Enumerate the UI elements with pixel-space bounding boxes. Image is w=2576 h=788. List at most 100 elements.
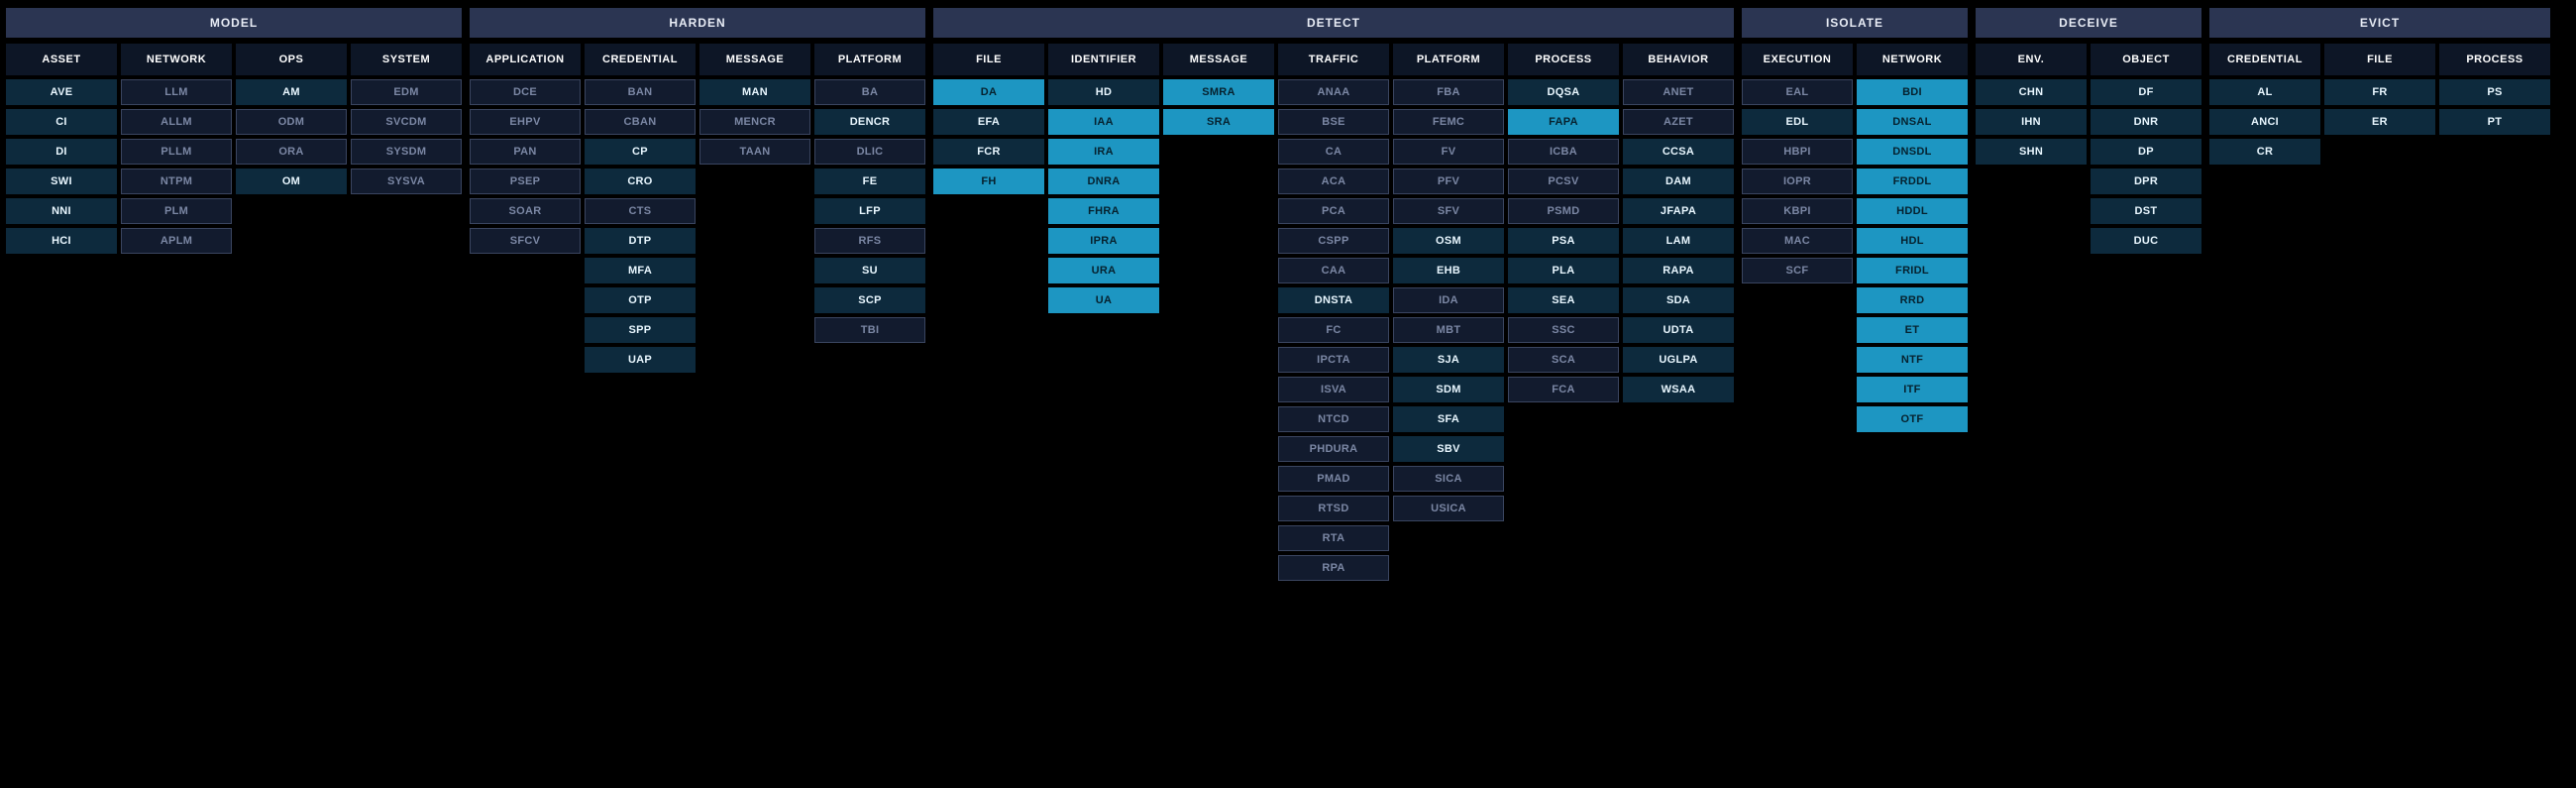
cell-ora[interactable]: ORA [236,139,347,165]
group-header[interactable]: DETECT [933,8,1734,38]
cell-hddl[interactable]: HDDL [1857,198,1968,224]
cell-ipcta[interactable]: IPCTA [1278,347,1389,373]
cell-dnsta[interactable]: DNSTA [1278,287,1389,313]
cell-shn[interactable]: SHN [1976,139,2087,165]
cell-caa[interactable]: CAA [1278,258,1389,283]
cell-pan[interactable]: PAN [470,139,581,165]
cell-dst[interactable]: DST [2091,198,2201,224]
cell-al[interactable]: AL [2209,79,2320,105]
cell-isva[interactable]: ISVA [1278,377,1389,402]
cell-ps[interactable]: PS [2439,79,2550,105]
cell-mencr[interactable]: MENCR [699,109,810,135]
cell-rfs[interactable]: RFS [814,228,925,254]
cell-ban[interactable]: BAN [585,79,696,105]
cell-ehb[interactable]: EHB [1393,258,1504,283]
cell-usica[interactable]: USICA [1393,496,1504,521]
cell-fridl[interactable]: FRIDL [1857,258,1968,283]
column-header[interactable]: IDENTIFIER [1048,44,1159,75]
group-header[interactable]: HARDEN [470,8,925,38]
cell-dam[interactable]: DAM [1623,169,1734,194]
column-header[interactable]: PLATFORM [814,44,925,75]
cell-anet[interactable]: ANET [1623,79,1734,105]
cell-fcr[interactable]: FCR [933,139,1044,165]
cell-hbpi[interactable]: HBPI [1742,139,1853,165]
cell-sysva[interactable]: SYSVA [351,169,462,194]
cell-ssc[interactable]: SSC [1508,317,1619,343]
cell-sra[interactable]: SRA [1163,109,1274,135]
cell-udta[interactable]: UDTA [1623,317,1734,343]
cell-pla[interactable]: PLA [1508,258,1619,283]
cell-allm[interactable]: ALLM [121,109,232,135]
cell-frddl[interactable]: FRDDL [1857,169,1968,194]
cell-er[interactable]: ER [2324,109,2435,135]
cell-otp[interactable]: OTP [585,287,696,313]
cell-pfv[interactable]: PFV [1393,169,1504,194]
cell-cts[interactable]: CTS [585,198,696,224]
column-header[interactable]: CREDENTIAL [585,44,696,75]
cell-fe[interactable]: FE [814,169,925,194]
cell-hci[interactable]: HCI [6,228,117,254]
cell-ntcd[interactable]: NTCD [1278,406,1389,432]
cell-nni[interactable]: NNI [6,198,117,224]
cell-sica[interactable]: SICA [1393,466,1504,492]
cell-edm[interactable]: EDM [351,79,462,105]
cell-femc[interactable]: FEMC [1393,109,1504,135]
cell-da[interactable]: DA [933,79,1044,105]
cell-om[interactable]: OM [236,169,347,194]
cell-kbpi[interactable]: KBPI [1742,198,1853,224]
cell-fhra[interactable]: FHRA [1048,198,1159,224]
cell-jfapa[interactable]: JFAPA [1623,198,1734,224]
column-header[interactable]: BEHAVIOR [1623,44,1734,75]
cell-cspp[interactable]: CSPP [1278,228,1389,254]
column-header[interactable]: PROCESS [1508,44,1619,75]
column-header[interactable]: EXECUTION [1742,44,1853,75]
group-header[interactable]: EVICT [2209,8,2550,38]
cell-rapa[interactable]: RAPA [1623,258,1734,283]
cell-efa[interactable]: EFA [933,109,1044,135]
cell-psa[interactable]: PSA [1508,228,1619,254]
cell-cr[interactable]: CR [2209,139,2320,165]
cell-sda[interactable]: SDA [1623,287,1734,313]
column-header[interactable]: MESSAGE [1163,44,1274,75]
cell-pmad[interactable]: PMAD [1278,466,1389,492]
cell-lam[interactable]: LAM [1623,228,1734,254]
cell-dnr[interactable]: DNR [2091,109,2201,135]
cell-ntpm[interactable]: NTPM [121,169,232,194]
cell-scp[interactable]: SCP [814,287,925,313]
cell-wsaa[interactable]: WSAA [1623,377,1734,402]
cell-aplm[interactable]: APLM [121,228,232,254]
cell-su[interactable]: SU [814,258,925,283]
cell-duc[interactable]: DUC [2091,228,2201,254]
cell-fr[interactable]: FR [2324,79,2435,105]
cell-sdm[interactable]: SDM [1393,377,1504,402]
column-header[interactable]: OPS [236,44,347,75]
cell-sysdm[interactable]: SYSDM [351,139,462,165]
column-header[interactable]: APPLICATION [470,44,581,75]
group-header[interactable]: ISOLATE [1742,8,1968,38]
cell-rrd[interactable]: RRD [1857,287,1968,313]
cell-rta[interactable]: RTA [1278,525,1389,551]
cell-pt[interactable]: PT [2439,109,2550,135]
cell-di[interactable]: DI [6,139,117,165]
cell-ca[interactable]: CA [1278,139,1389,165]
column-header[interactable]: PLATFORM [1393,44,1504,75]
column-header[interactable]: PROCESS [2439,44,2550,75]
cell-cp[interactable]: CP [585,139,696,165]
column-header[interactable]: SYSTEM [351,44,462,75]
column-header[interactable]: CREDENTIAL [2209,44,2320,75]
cell-ipra[interactable]: IPRA [1048,228,1159,254]
cell-mfa[interactable]: MFA [585,258,696,283]
cell-ua[interactable]: UA [1048,287,1159,313]
cell-am[interactable]: AM [236,79,347,105]
cell-itf[interactable]: ITF [1857,377,1968,402]
cell-soar[interactable]: SOAR [470,198,581,224]
cell-odm[interactable]: ODM [236,109,347,135]
column-header[interactable]: NETWORK [1857,44,1968,75]
cell-mbt[interactable]: MBT [1393,317,1504,343]
cell-lfp[interactable]: LFP [814,198,925,224]
cell-smra[interactable]: SMRA [1163,79,1274,105]
cell-ccsa[interactable]: CCSA [1623,139,1734,165]
cell-et[interactable]: ET [1857,317,1968,343]
cell-bdi[interactable]: BDI [1857,79,1968,105]
cell-tbi[interactable]: TBI [814,317,925,343]
